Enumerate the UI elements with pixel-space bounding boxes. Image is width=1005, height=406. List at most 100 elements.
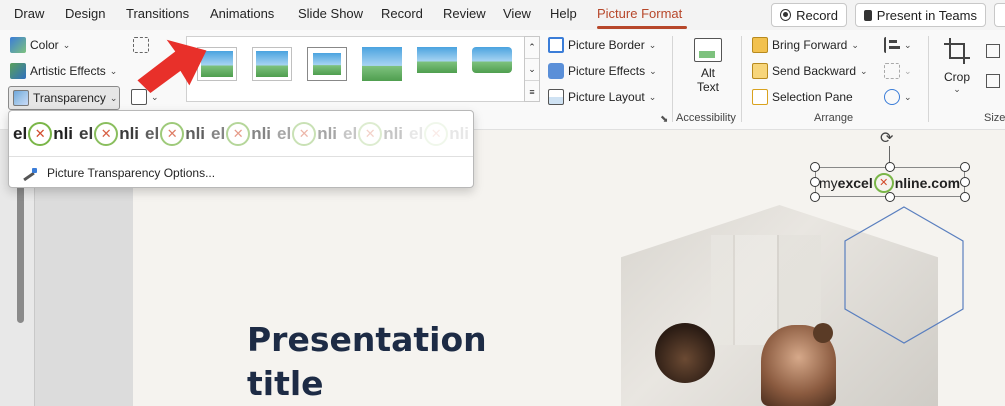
picture-border-button[interactable]: Picture Border ⌄: [548, 34, 656, 56]
send-backward-label: Send Backward: [772, 64, 857, 78]
picture-border-label: Picture Border: [568, 38, 645, 52]
hexagon-shape[interactable]: [843, 205, 965, 345]
resize-handle-bottom-right[interactable]: [960, 192, 970, 202]
color-button[interactable]: Color ⌄: [10, 34, 70, 56]
slide-title-line-2: title: [247, 364, 324, 403]
transparency-preset-65[interactable]: el ✕ nli: [277, 117, 343, 151]
chevron-down-icon: ⌄: [109, 92, 118, 103]
chevron-down-icon: ⌄: [860, 65, 868, 76]
tab-design[interactable]: Design: [65, 6, 105, 21]
picture-effects-button[interactable]: Picture Effects ⌄: [548, 60, 657, 82]
picture-style-soft-edge[interactable]: [362, 47, 402, 81]
resize-handle-right[interactable]: [960, 177, 970, 187]
bring-forward-label: Bring Forward: [772, 38, 848, 52]
alt-text-label-2: Text: [696, 80, 719, 94]
size-height-icon: [986, 44, 1000, 58]
slide-title[interactable]: Presentation title: [247, 318, 487, 406]
align-button[interactable]: ⌄: [884, 34, 912, 56]
color-icon: [10, 37, 26, 53]
artistic-effects-label: Artistic Effects: [30, 64, 106, 78]
transparency-button[interactable]: Transparency ⌄: [8, 86, 120, 110]
transparency-preset-30[interactable]: el ✕ nli: [145, 117, 211, 151]
tab-slide-show[interactable]: Slide Show: [298, 6, 363, 21]
group-separator: [672, 36, 673, 122]
crop-icon: [944, 38, 970, 64]
transparency-options-icon: [23, 166, 39, 182]
picture-effects-icon: [548, 63, 564, 79]
chevron-down-icon: ⌄: [904, 39, 912, 50]
slide-title-line-1: Presentation: [247, 320, 487, 359]
selection-pane-button[interactable]: Selection Pane: [752, 86, 853, 108]
bring-forward-button[interactable]: Bring Forward ⌄: [752, 34, 859, 56]
transparency-preset-15[interactable]: el ✕ nli: [79, 117, 145, 151]
group-icon: [884, 63, 900, 79]
chevron-down-icon: ⌄: [904, 65, 912, 76]
tab-animations[interactable]: Animations: [210, 6, 274, 21]
dropdown-separator: [9, 156, 473, 157]
picture-border-icon: [548, 37, 564, 53]
artistic-effects-button[interactable]: Artistic Effects ⌄: [10, 60, 117, 82]
resize-handle-bottom[interactable]: [885, 192, 895, 202]
size-width-icon: [986, 74, 1000, 88]
rotate-icon: [884, 89, 900, 105]
present-in-teams-button[interactable]: Present in Teams: [855, 3, 986, 27]
alt-text-button[interactable]: Alt Text: [690, 38, 726, 104]
transparency-preset-0[interactable]: el ✕ nli: [13, 117, 79, 151]
gallery-more[interactable]: ≡: [525, 81, 539, 103]
tab-review[interactable]: Review: [443, 6, 486, 21]
picture-layout-button[interactable]: Picture Layout ⌄: [548, 86, 656, 108]
person-left: [655, 323, 715, 383]
resize-handle-left[interactable]: [810, 177, 820, 187]
chevron-down-icon: ⌄: [904, 91, 912, 102]
send-backward-icon: [752, 63, 768, 79]
arrange-group-label: Arrange: [814, 112, 854, 124]
transparency-icon: [13, 90, 29, 106]
picture-style-reflected[interactable]: [417, 47, 457, 81]
alt-text-icon: [694, 38, 722, 62]
resize-handle-top-left[interactable]: [810, 162, 820, 172]
transparency-dropdown: el ✕ nli el ✕ nli el ✕ nli el ✕ nli el ✕ nli el ✕ nl…: [8, 110, 474, 188]
group-objects-button: ⌄: [884, 60, 912, 82]
tab-transitions[interactable]: Transitions: [126, 6, 189, 21]
transparency-preset-80[interactable]: el ✕ nli: [343, 117, 409, 151]
size-group-label: Size: [984, 112, 1005, 124]
picture-transparency-options[interactable]: Picture Transparency Options...: [23, 163, 215, 183]
gallery-scroll: ⌃ ⌄ ≡: [524, 36, 540, 102]
rotate-handle-icon[interactable]: ⟳: [880, 128, 893, 148]
selection-pane-label: Selection Pane: [772, 90, 853, 104]
group-separator: [741, 36, 742, 122]
active-tab-indicator: [597, 26, 687, 29]
tab-draw[interactable]: Draw: [14, 6, 44, 21]
transparency-preset-50[interactable]: el ✕ nli: [211, 117, 277, 151]
gallery-scroll-down[interactable]: ⌄: [525, 59, 539, 81]
present-button-label: Present in Teams: [876, 7, 977, 23]
tab-record[interactable]: Record: [381, 6, 423, 21]
tab-view[interactable]: View: [503, 6, 531, 21]
align-icon: [884, 37, 900, 53]
hair-bun: [813, 323, 833, 343]
send-backward-button[interactable]: Send Backward ⌄: [752, 60, 868, 82]
window-edge: [994, 3, 1005, 27]
selected-logo-image[interactable]: my excel ✕ nline.com: [810, 162, 970, 202]
picture-style-thick-frame[interactable]: [307, 47, 347, 81]
transparency-preset-95[interactable]: el ✕ nli: [409, 117, 471, 151]
picture-layout-label: Picture Layout: [568, 90, 645, 104]
resize-handle-top-right[interactable]: [960, 162, 970, 172]
bring-forward-icon: [752, 37, 768, 53]
resize-handle-top[interactable]: [885, 162, 895, 172]
tab-help[interactable]: Help: [550, 6, 577, 21]
resize-handle-bottom-left[interactable]: [810, 192, 820, 202]
tab-picture-format[interactable]: Picture Format: [597, 6, 682, 21]
color-label: Color: [30, 38, 59, 52]
picture-style-beveled[interactable]: [252, 47, 292, 81]
red-arrow-annotation: [137, 39, 207, 94]
rotate-button[interactable]: ⌄: [884, 86, 912, 108]
crop-button[interactable]: Crop ⌄: [940, 38, 974, 104]
chevron-down-icon: ⌄: [649, 65, 657, 76]
picture-style-rounded[interactable]: [472, 47, 512, 81]
gallery-scroll-up[interactable]: ⌃: [525, 37, 539, 59]
transparency-options-label: Picture Transparency Options...: [47, 166, 216, 180]
picture-layout-icon: [548, 89, 564, 105]
record-button[interactable]: Record: [771, 3, 847, 27]
dialog-launcher-icon[interactable]: ⬊: [660, 114, 668, 125]
